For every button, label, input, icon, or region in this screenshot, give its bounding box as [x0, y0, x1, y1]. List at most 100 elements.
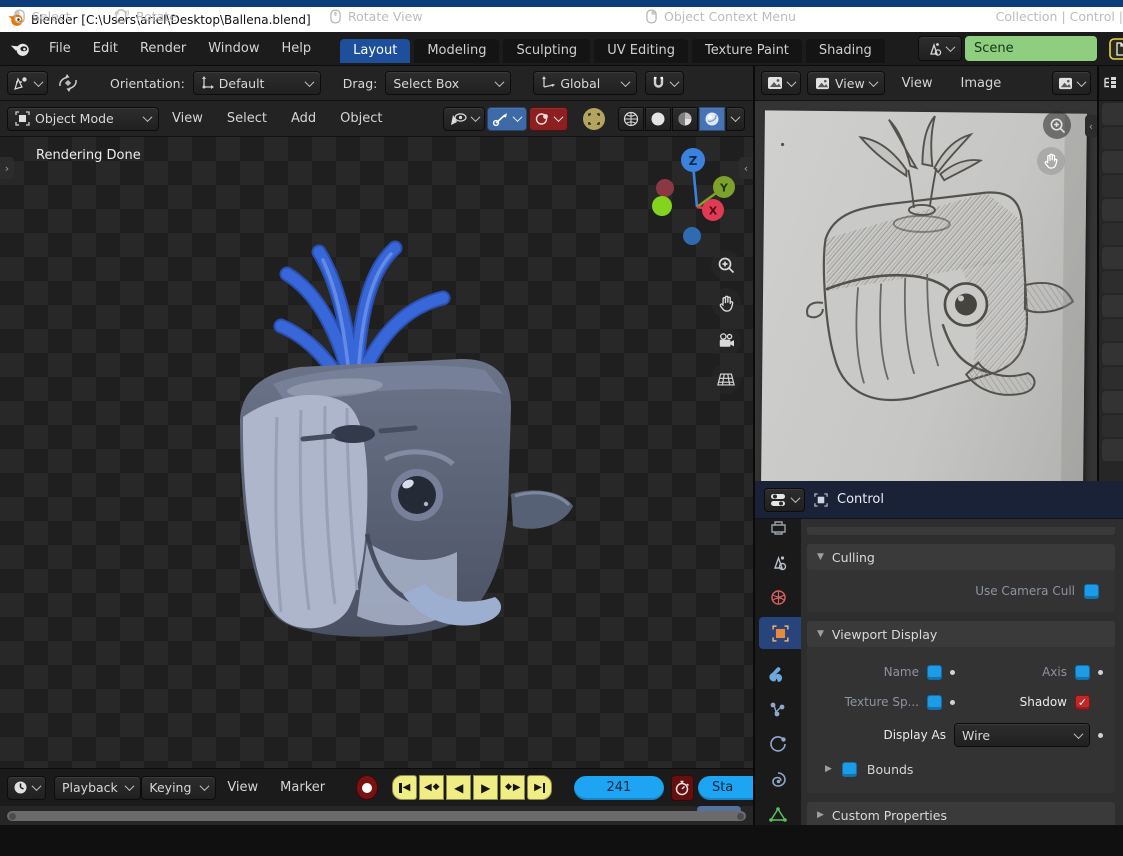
outliner-row[interactable]	[1102, 391, 1123, 413]
play-reverse-button[interactable]: ◀	[446, 775, 471, 800]
outliner-row[interactable]	[1102, 295, 1123, 317]
blender-menu-icon[interactable]	[10, 40, 32, 58]
image-menu-image[interactable]: Image	[950, 66, 1013, 100]
timeline-menu-marker[interactable]: Marker	[269, 769, 336, 806]
mode-dropdown[interactable]: Object Mode	[7, 107, 159, 131]
outliner-row[interactable]	[1102, 439, 1123, 461]
transform-orientation-dropdown[interactable]: Global	[533, 71, 637, 95]
tab-layout[interactable]: Layout	[340, 39, 410, 63]
playback-dropdown[interactable]: Playback	[54, 776, 141, 800]
xray-toggle-icon[interactable]	[582, 107, 606, 131]
menu-edit[interactable]: Edit	[82, 32, 129, 65]
custom-properties-panel-header[interactable]: ▶ Custom Properties	[807, 802, 1115, 825]
new-scene-icon[interactable]	[1109, 38, 1123, 60]
show-shadow-checkbox[interactable]: ✓	[1075, 695, 1090, 710]
use-preview-range-toggle[interactable]	[671, 775, 694, 801]
tab-shading[interactable]: Shading	[806, 39, 885, 63]
menu-help[interactable]: Help	[271, 32, 323, 65]
viewport-3d[interactable]: Rendering Done › ‹ Z Y X	[0, 137, 753, 768]
outliner-row[interactable]	[1102, 151, 1123, 173]
tab-object-properties[interactable]	[759, 617, 801, 649]
outliner-row[interactable]	[1102, 271, 1123, 293]
play-button[interactable]: ▶	[473, 775, 498, 800]
menu-render[interactable]: Render	[129, 32, 197, 65]
overlays-dropdown[interactable]	[529, 107, 568, 131]
menu-select[interactable]: Select	[216, 101, 278, 136]
camera-view-button[interactable]	[711, 326, 741, 356]
tab-physics-properties[interactable]	[755, 727, 801, 759]
navigation-gizmo[interactable]: Z Y X	[640, 145, 750, 255]
show-axis-checkbox[interactable]	[1075, 665, 1090, 680]
menu-add[interactable]: Add	[280, 101, 327, 136]
culling-panel-header[interactable]: ▼ Culling	[807, 544, 1115, 570]
outliner-icon[interactable]	[1103, 76, 1118, 90]
tab-sculpting[interactable]: Sculpting	[503, 39, 590, 63]
scene-name-field[interactable]: Scene	[965, 36, 1097, 61]
outliner-row[interactable]	[1102, 175, 1123, 197]
display-as-dropdown[interactable]: Wire	[954, 723, 1090, 747]
menu-file[interactable]: File	[38, 32, 82, 65]
shading-solid-button[interactable]	[645, 107, 671, 131]
animate-decorator[interactable]	[1098, 733, 1103, 738]
show-name-checkbox[interactable]	[927, 665, 942, 680]
tab-object-data-properties[interactable]	[755, 799, 801, 825]
outliner-row[interactable]	[1102, 103, 1123, 125]
record-button[interactable]	[356, 775, 379, 800]
next-keyframe-button[interactable]: ◆▶	[500, 775, 525, 800]
zoom-in-button[interactable]	[711, 250, 741, 280]
tab-modeling[interactable]: Modeling	[414, 39, 499, 63]
image-mode-dropdown[interactable]: View	[807, 71, 885, 95]
menu-object[interactable]: Object	[329, 101, 393, 136]
ortho-toggle-button[interactable]	[711, 364, 741, 394]
timeline-editor-dropdown[interactable]	[7, 776, 46, 800]
toolbar-expand-icon[interactable]: ›	[0, 157, 14, 179]
shading-wireframe-button[interactable]	[618, 107, 644, 131]
gizmos-dropdown[interactable]	[487, 107, 527, 131]
rotate-tool-icon[interactable]	[56, 72, 80, 94]
outliner-row[interactable]	[1102, 199, 1123, 221]
expand-triangle-icon[interactable]: ▶	[825, 764, 832, 774]
tab-scene-properties[interactable]	[755, 547, 801, 579]
viewport-display-panel-header[interactable]: ▼ Viewport Display	[807, 621, 1115, 647]
show-bounds-checkbox[interactable]	[842, 762, 857, 777]
tab-constraint-properties[interactable]	[755, 763, 801, 795]
menu-window[interactable]: Window	[197, 32, 270, 65]
snap-dropdown[interactable]	[645, 71, 684, 95]
tab-modifier-properties[interactable]	[755, 657, 801, 689]
keying-dropdown[interactable]: Keying	[141, 776, 216, 800]
image-pan-button[interactable]	[1037, 147, 1065, 175]
outliner-row[interactable]	[1102, 415, 1123, 437]
shading-material-button[interactable]	[672, 107, 698, 131]
prev-keyframe-button[interactable]: ◀◆	[419, 775, 444, 800]
outliner-row[interactable]	[1102, 319, 1123, 341]
use-camera-cull-checkbox[interactable]	[1084, 584, 1099, 599]
outliner-row[interactable]	[1102, 367, 1123, 389]
timeline-scrollbar[interactable]	[7, 811, 746, 821]
scene-dropdown[interactable]	[918, 36, 962, 61]
tab-particle-properties[interactable]	[755, 693, 801, 725]
jump-to-end-button[interactable]: ▶	[527, 775, 552, 800]
shading-options-dropdown[interactable]	[726, 107, 745, 131]
active-tool-dropdown[interactable]	[7, 71, 48, 95]
image-zoom-button[interactable]	[1043, 111, 1071, 139]
tab-world-properties[interactable]	[755, 581, 801, 613]
outliner-row[interactable]	[1102, 343, 1123, 365]
image-datablock-dropdown[interactable]	[1052, 71, 1091, 95]
pan-button[interactable]	[711, 288, 741, 318]
menu-view[interactable]: View	[161, 101, 214, 136]
timeline-menu-view[interactable]: View	[216, 769, 269, 806]
outliner-row[interactable]	[1102, 223, 1123, 245]
orientation-dropdown[interactable]: Default	[193, 71, 321, 95]
animate-decorator[interactable]	[1098, 670, 1103, 675]
image-editor-canvas[interactable]: ‹	[755, 101, 1097, 481]
texture-space-checkbox[interactable]	[927, 695, 942, 710]
current-frame-field[interactable]: 241	[574, 776, 663, 800]
image-editor-type-dropdown[interactable]	[761, 71, 801, 95]
tab-texture-paint[interactable]: Texture Paint	[692, 39, 802, 63]
outliner-row[interactable]	[1102, 247, 1123, 269]
outliner-row[interactable]	[1102, 127, 1123, 149]
image-menu-view[interactable]: View	[891, 66, 944, 100]
select-visibility-dropdown[interactable]	[443, 107, 485, 131]
jump-to-start-button[interactable]: ◀	[392, 775, 417, 800]
tab-uv-editing[interactable]: UV Editing	[594, 39, 688, 63]
